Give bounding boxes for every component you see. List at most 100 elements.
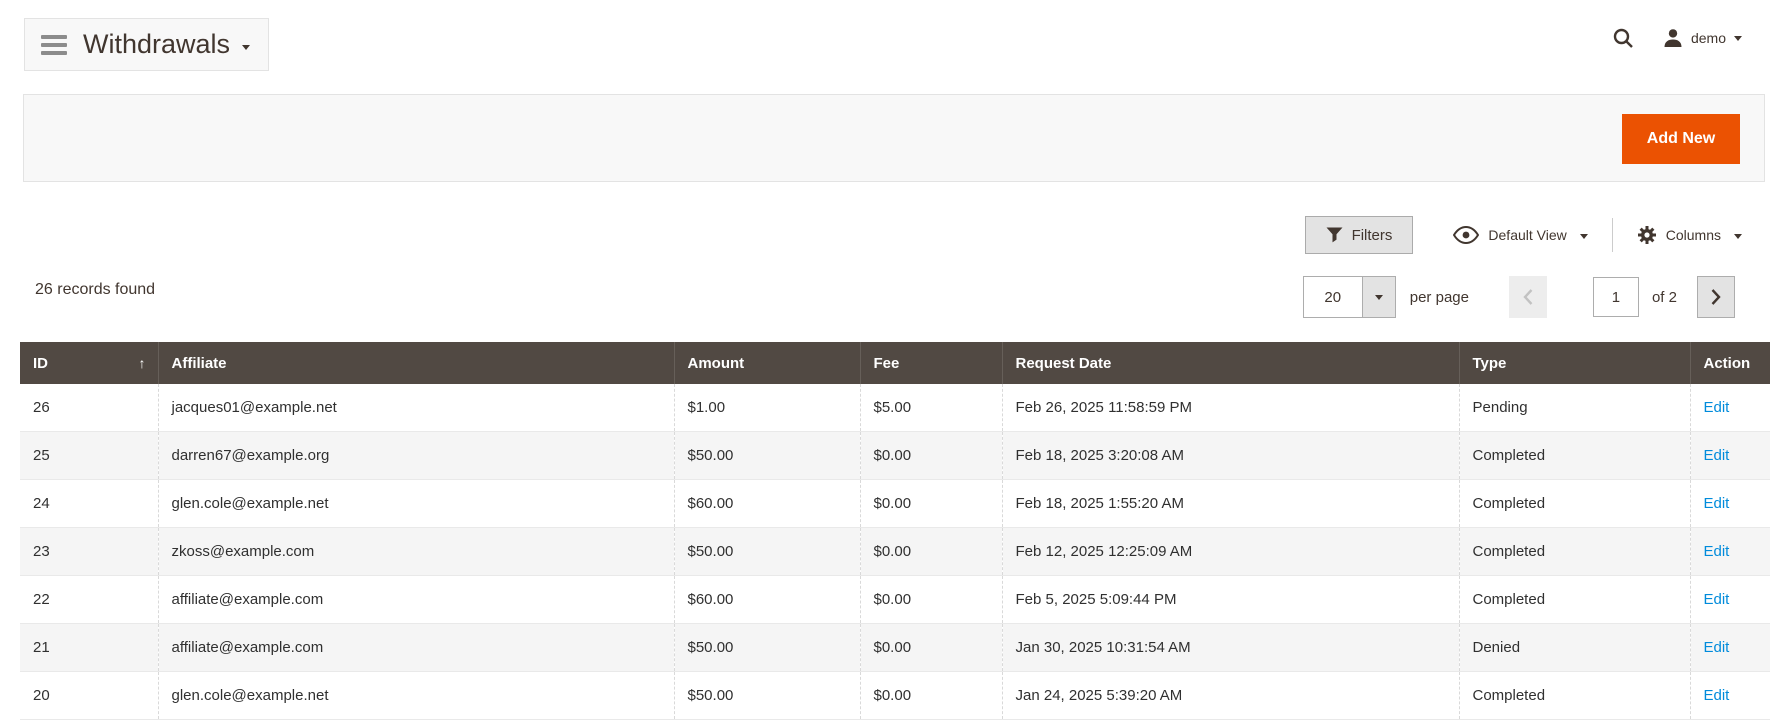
column-label: Action — [1704, 355, 1751, 372]
columns-label: Columns — [1666, 227, 1721, 243]
table-header-row: ID↑ Affiliate Amount Fee Request Date Type Act… — [20, 342, 1770, 384]
view-selector-label: Default View — [1488, 227, 1566, 243]
cell-request_date: Feb 18, 2025 3:20:08 AM — [1002, 432, 1459, 480]
cell-fee: $0.00 — [860, 432, 1002, 480]
grid-controls: Filters Default View Columns — [1305, 215, 1742, 255]
cell-action: Edit — [1690, 480, 1770, 528]
current-page-input[interactable] — [1593, 277, 1639, 317]
user-icon — [1663, 28, 1683, 48]
cell-action: Edit — [1690, 384, 1770, 432]
table-row: 22affiliate@example.com$60.00$0.00Feb 5,… — [20, 576, 1770, 624]
next-page-button[interactable] — [1697, 276, 1735, 318]
withdrawals-grid: ID↑ Affiliate Amount Fee Request Date Type Act… — [20, 342, 1770, 720]
header-actions: demo — [1611, 22, 1742, 54]
total-pages-label: of 2 — [1652, 289, 1677, 306]
column-header-type[interactable]: Type — [1459, 342, 1690, 384]
cell-type: Completed — [1459, 672, 1690, 720]
cell-fee: $0.00 — [860, 480, 1002, 528]
cell-affiliate: affiliate@example.com — [158, 576, 674, 624]
column-header-id[interactable]: ID↑ — [20, 342, 158, 384]
cell-request_date: Feb 18, 2025 1:55:20 AM — [1002, 480, 1459, 528]
cell-amount: $50.00 — [674, 672, 860, 720]
cell-fee: $0.00 — [860, 672, 1002, 720]
cell-amount: $50.00 — [674, 432, 860, 480]
search-icon[interactable] — [1611, 26, 1635, 50]
cell-id: 26 — [20, 384, 158, 432]
add-new-button[interactable]: Add New — [1622, 114, 1740, 164]
cell-amount: $1.00 — [674, 384, 860, 432]
table-row: 23zkoss@example.com$50.00$0.00Feb 12, 20… — [20, 528, 1770, 576]
cell-amount: $60.00 — [674, 480, 860, 528]
table-row: 20glen.cole@example.net$50.00$0.00Jan 24… — [20, 672, 1770, 720]
hamburger-icon — [41, 35, 67, 55]
eye-icon — [1453, 226, 1479, 244]
chevron-right-icon — [1710, 288, 1722, 306]
edit-link[interactable]: Edit — [1704, 495, 1730, 512]
page-title-menu[interactable]: Withdrawals — [24, 18, 269, 71]
chevron-left-icon — [1522, 288, 1534, 306]
view-selector[interactable]: Default View — [1453, 226, 1587, 244]
cell-affiliate: glen.cole@example.net — [158, 480, 674, 528]
table-row: 25darren67@example.org$50.00$0.00Feb 18,… — [20, 432, 1770, 480]
page-size-value: 20 — [1304, 277, 1362, 317]
column-label: Affiliate — [172, 355, 227, 372]
edit-link[interactable]: Edit — [1704, 447, 1730, 464]
filters-button[interactable]: Filters — [1305, 216, 1414, 254]
edit-link[interactable]: Edit — [1704, 399, 1730, 416]
cell-action: Edit — [1690, 624, 1770, 672]
cell-fee: $0.00 — [860, 576, 1002, 624]
column-header-fee[interactable]: Fee — [860, 342, 1002, 384]
edit-link[interactable]: Edit — [1704, 687, 1730, 704]
edit-link[interactable]: Edit — [1704, 639, 1730, 656]
pagination: 20 per page of 2 — [1303, 276, 1735, 318]
column-label: Amount — [688, 355, 745, 372]
column-header-request_date[interactable]: Request Date — [1002, 342, 1459, 384]
edit-link[interactable]: Edit — [1704, 591, 1730, 608]
cell-action: Edit — [1690, 672, 1770, 720]
chevron-down-icon — [1734, 36, 1742, 41]
cell-action: Edit — [1690, 528, 1770, 576]
column-label: Type — [1473, 355, 1507, 372]
cell-type: Pending — [1459, 384, 1690, 432]
chevron-down-icon — [1734, 234, 1742, 239]
page-size-caret-button[interactable] — [1362, 277, 1395, 317]
column-header-action[interactable]: Action — [1690, 342, 1770, 384]
user-name: demo — [1691, 30, 1726, 46]
cell-affiliate: glen.cole@example.net — [158, 672, 674, 720]
cell-type: Denied — [1459, 624, 1690, 672]
cell-request_date: Feb 12, 2025 12:25:09 AM — [1002, 528, 1459, 576]
table-row: 26jacques01@example.net$1.00$5.00Feb 26,… — [20, 384, 1770, 432]
cell-fee: $0.00 — [860, 528, 1002, 576]
cell-id: 21 — [20, 624, 158, 672]
cell-amount: $60.00 — [674, 576, 860, 624]
cell-type: Completed — [1459, 480, 1690, 528]
column-header-affiliate[interactable]: Affiliate — [158, 342, 674, 384]
page-size-select[interactable]: 20 — [1303, 276, 1396, 318]
cell-id: 20 — [20, 672, 158, 720]
cell-request_date: Feb 26, 2025 11:58:59 PM — [1002, 384, 1459, 432]
cell-action: Edit — [1690, 576, 1770, 624]
column-label: Fee — [874, 355, 900, 372]
previous-page-button[interactable] — [1509, 276, 1547, 318]
filters-label: Filters — [1352, 227, 1393, 244]
column-label: Request Date — [1016, 355, 1112, 372]
column-header-amount[interactable]: Amount — [674, 342, 860, 384]
cell-request_date: Jan 24, 2025 5:39:20 AM — [1002, 672, 1459, 720]
per-page-label: per page — [1410, 289, 1469, 306]
cell-request_date: Feb 5, 2025 5:09:44 PM — [1002, 576, 1459, 624]
cell-id: 25 — [20, 432, 158, 480]
cell-fee: $0.00 — [860, 624, 1002, 672]
divider — [1612, 218, 1613, 252]
cell-type: Completed — [1459, 528, 1690, 576]
columns-control[interactable]: Columns — [1637, 225, 1742, 245]
chevron-down-icon — [1375, 295, 1383, 300]
user-menu[interactable]: demo — [1663, 28, 1742, 48]
cell-id: 23 — [20, 528, 158, 576]
cell-affiliate: jacques01@example.net — [158, 384, 674, 432]
cell-id: 22 — [20, 576, 158, 624]
chevron-down-icon — [242, 45, 250, 50]
cell-id: 24 — [20, 480, 158, 528]
gear-icon — [1637, 225, 1657, 245]
edit-link[interactable]: Edit — [1704, 543, 1730, 560]
cell-type: Completed — [1459, 432, 1690, 480]
